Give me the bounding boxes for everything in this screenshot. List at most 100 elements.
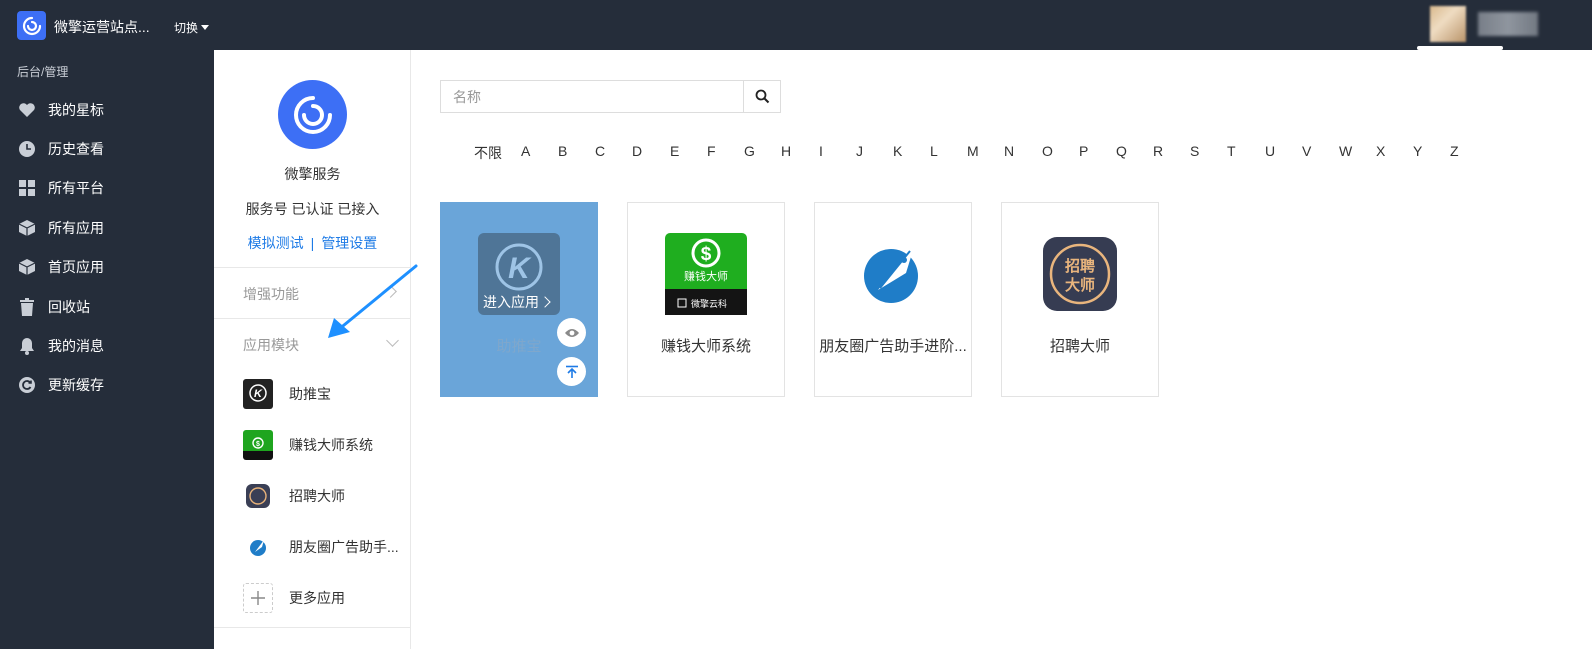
module-label: 赚钱大师系统 — [289, 437, 373, 453]
switch-dropdown[interactable]: 切换 — [174, 19, 210, 36]
sidebar-item-label: 我的消息 — [48, 338, 104, 354]
service-links: 模拟测试 | 管理设置 — [214, 233, 411, 253]
section-modules[interactable]: 应用模块 — [243, 335, 299, 355]
letter-filter-item[interactable]: H — [781, 143, 791, 159]
recruit-master-icon-text-2: 大师 — [1065, 276, 1095, 294]
plus-icon — [243, 583, 273, 613]
search-button[interactable] — [743, 81, 780, 112]
site-logo-icon[interactable] — [17, 11, 46, 40]
preview-button[interactable] — [557, 318, 586, 347]
sidebar-item-refresh-cache[interactable]: 更新缓存 — [17, 374, 104, 396]
module-item-more-apps[interactable]: 更多应用 — [243, 583, 345, 613]
letter-filter-item[interactable]: R — [1153, 143, 1163, 159]
letter-filter-item[interactable]: K — [893, 143, 902, 159]
search-input[interactable] — [441, 81, 743, 112]
sidebar-item-label: 首页应用 — [48, 259, 104, 275]
avatar[interactable] — [1430, 6, 1466, 42]
sidebar-item-label: 更新缓存 — [48, 377, 104, 393]
breadcrumb[interactable]: 后台/管理 — [17, 63, 68, 80]
letter-filter-item[interactable]: Z — [1450, 143, 1459, 159]
letter-filter-item[interactable]: E — [670, 143, 679, 159]
recruit-master-icon-text-1: 招聘 — [1065, 257, 1095, 275]
cube-icon — [17, 257, 37, 277]
letter-filter-item[interactable]: M — [967, 143, 979, 159]
module-label: 助推宝 — [289, 386, 331, 402]
letter-filter-item[interactable]: X — [1376, 143, 1385, 159]
heart-icon — [17, 100, 37, 120]
divider — [214, 627, 411, 628]
money-master-icon: $ — [243, 430, 273, 460]
service-name: 微擎服务 — [284, 166, 341, 182]
sidebar-item-label: 历史查看 — [48, 141, 104, 157]
letter-filter-item[interactable]: P — [1079, 143, 1088, 159]
letter-filter-item[interactable]: L — [930, 143, 938, 159]
letter-filter-item[interactable]: 不限 — [474, 143, 502, 163]
money-master-icon-top-text: 赚钱大师 — [684, 269, 728, 283]
letter-filter-item[interactable]: T — [1227, 143, 1236, 159]
module-item-money-master[interactable]: $ 赚钱大师系统 — [243, 430, 373, 460]
letter-filter-item[interactable]: C — [595, 143, 605, 159]
switch-label: 切换 — [174, 21, 199, 35]
caret-down-icon — [201, 25, 210, 30]
site-title[interactable]: 微擎运营站点... — [54, 17, 150, 37]
module-item-recruit-master[interactable]: 招聘大师 — [243, 481, 345, 511]
sidebar-item-label: 回收站 — [48, 299, 90, 315]
letter-filter-item[interactable]: O — [1042, 143, 1053, 159]
link-separator: | — [310, 235, 315, 251]
top-bar: 微擎运营站点... 切换 — [0, 0, 1592, 50]
money-master-icon: $ 赚钱大师 微擎云科 — [665, 233, 747, 315]
pin-top-icon — [565, 365, 578, 378]
letter-filter-item[interactable]: D — [632, 143, 642, 159]
letter-filter-item[interactable]: U — [1265, 143, 1275, 159]
sidebar-item-history[interactable]: 历史查看 — [17, 138, 104, 160]
section-enhance[interactable]: 增强功能 — [243, 284, 299, 304]
module-item-zhutuibao[interactable]: K 助推宝 — [243, 379, 331, 409]
service-logo-icon — [278, 80, 347, 149]
user-name-blurred[interactable] — [1478, 12, 1538, 36]
service-status: 服务号 已认证 已接入 — [245, 201, 380, 217]
letter-filter-item[interactable]: A — [521, 143, 530, 159]
app-card-zhutuibao[interactable]: K 助推宝 进入应用 — [440, 202, 598, 397]
module-item-moments-ad[interactable]: 朋友圈广告助手... — [243, 532, 399, 562]
letter-filter-item[interactable]: S — [1190, 143, 1199, 159]
sidebar-item-starred[interactable]: 我的星标 — [17, 99, 104, 121]
module-label: 朋友圈广告助手... — [289, 539, 399, 555]
arrow-right-icon — [539, 296, 551, 308]
letter-filter-item[interactable]: F — [707, 143, 716, 159]
app-card-moments-ad[interactable]: 朋友圈广告助手进阶... — [814, 202, 972, 397]
letter-filter-item[interactable]: J — [856, 143, 863, 159]
letter-filter-item[interactable]: N — [1004, 143, 1014, 159]
app-card-money-master[interactable]: $ 赚钱大师 微擎云科 赚钱大师系统 — [627, 202, 785, 397]
annotation-arrow-icon — [328, 264, 418, 338]
sidebar-item-all-apps[interactable]: 所有应用 — [17, 217, 104, 239]
manage-settings-link[interactable]: 管理设置 — [321, 235, 377, 251]
svg-text:$: $ — [256, 441, 260, 448]
letter-filter-item[interactable]: Q — [1116, 143, 1127, 159]
letter-filter-item[interactable]: G — [744, 143, 755, 159]
letter-filter-item[interactable]: V — [1302, 143, 1311, 159]
letter-filter-item[interactable]: W — [1339, 143, 1352, 159]
enter-app-label: 进入应用 — [483, 294, 539, 310]
sidebar-item-messages[interactable]: 我的消息 — [17, 335, 104, 357]
sidebar-item-home-apps[interactable]: 首页应用 — [17, 256, 104, 278]
svg-text:K: K — [508, 252, 532, 285]
simulate-test-link[interactable]: 模拟测试 — [248, 235, 304, 251]
sidebar-item-platforms[interactable]: 所有平台 — [17, 177, 104, 199]
letter-filter-item[interactable]: B — [558, 143, 567, 159]
pin-top-button[interactable] — [557, 357, 586, 386]
user-menu-underline — [1417, 46, 1503, 50]
app-card-title: 招聘大师 — [1049, 338, 1110, 355]
money-master-icon-bottom-text: 微擎云科 — [691, 298, 727, 310]
app-card-recruit-master[interactable]: 招聘 大师 招聘大师 — [1001, 202, 1159, 397]
service-panel: 微擎服务 服务号 已认证 已接入 模拟测试 | 管理设置 增强功能 应用模块 K 助… — [214, 50, 411, 649]
sidebar-item-label: 我的星标 — [48, 102, 104, 118]
rocket-icon — [243, 532, 273, 562]
recruit-master-icon: 招聘 大师 — [1039, 233, 1121, 315]
letter-filter-item[interactable]: Y — [1413, 143, 1422, 159]
zhutuibao-icon: K — [243, 379, 273, 409]
letter-filter-item[interactable]: I — [819, 143, 823, 159]
sidebar-item-recycle-bin[interactable]: 回收站 — [17, 296, 90, 318]
enter-app-link[interactable]: 进入应用 — [483, 292, 551, 312]
grid-icon — [17, 178, 37, 198]
svg-text:K: K — [254, 388, 263, 400]
